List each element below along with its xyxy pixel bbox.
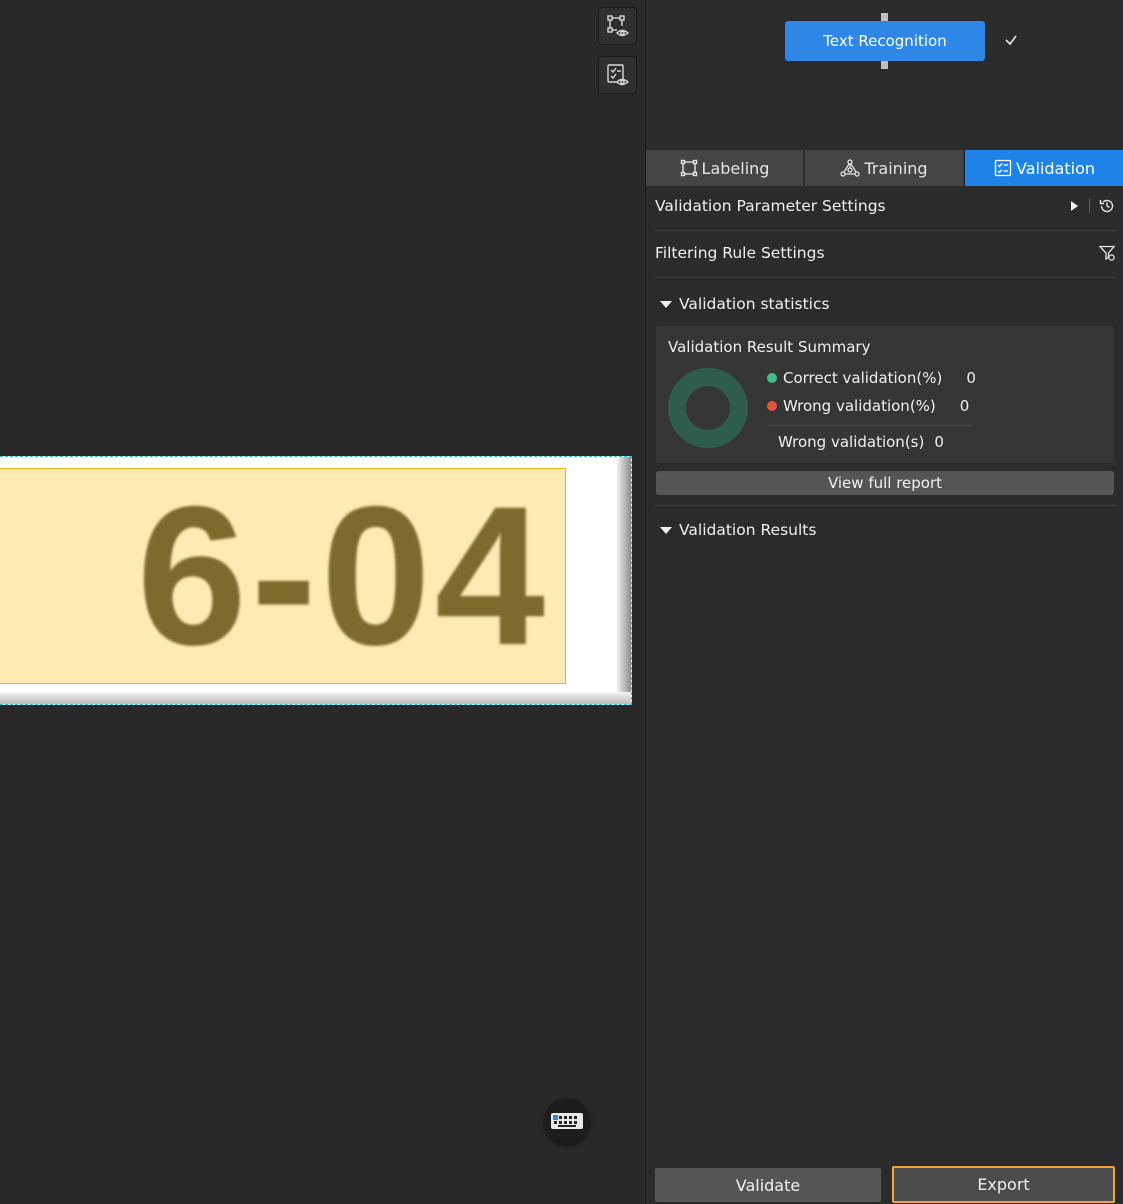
network-icon	[840, 159, 861, 177]
correct-label: Correct validation(%)	[783, 369, 943, 387]
collapse-triangle-icon	[660, 300, 672, 308]
keyboard-icon	[551, 1113, 583, 1129]
mode-tabs: Labeling Training Validation	[646, 150, 1123, 186]
node-output-port	[881, 61, 888, 69]
wrong-label: Wrong validation(%)	[783, 397, 936, 415]
wrong-count-value: 0	[934, 433, 944, 451]
correct-dot	[767, 373, 777, 383]
legend-wrong: Wrong validation(%) 0	[767, 397, 969, 415]
checklist-eye-icon	[606, 64, 629, 86]
result-donut-chart	[668, 368, 748, 448]
sample-image: 6-04	[0, 456, 632, 705]
bounding-box-icon	[680, 159, 697, 177]
collapse-triangle-icon	[660, 526, 672, 534]
node-label: Text Recognition	[823, 32, 947, 50]
export-button[interactable]: Export	[892, 1166, 1115, 1203]
side-panel: Text Recognition Labeling Training Valid…	[645, 0, 1123, 1204]
filtering-rule-settings[interactable]: Filtering Rule Settings	[655, 229, 1116, 278]
tab-label: Labeling	[701, 158, 770, 178]
keyboard-shortcuts-button[interactable]	[544, 1098, 590, 1144]
tab-training[interactable]: Training	[805, 150, 963, 186]
wrong-dot	[767, 401, 777, 411]
tab-validation[interactable]: Validation	[965, 150, 1123, 186]
bounding-box-eye-icon	[606, 15, 629, 37]
validation-parameter-settings[interactable]: Validation Parameter Settings	[655, 182, 1116, 231]
summary-title: Validation Result Summary	[668, 338, 871, 356]
node-input-port	[881, 13, 888, 21]
correct-value: 0	[966, 369, 976, 387]
view-full-report-button[interactable]: View full report	[656, 471, 1114, 495]
checklist-icon	[994, 159, 1012, 177]
validate-button[interactable]: Validate	[655, 1168, 881, 1202]
tab-label: Training	[864, 158, 928, 178]
tab-labeling[interactable]: Labeling	[646, 150, 803, 186]
image-canvas[interactable]: 6-04	[0, 0, 645, 1204]
filter-settings-icon[interactable]	[1098, 244, 1116, 262]
image-text: 6-04	[136, 468, 549, 684]
show-results-button[interactable]	[598, 56, 637, 94]
validation-results-heading: Validation Results	[679, 521, 817, 539]
wrong-count-label: Wrong validation(s)	[778, 433, 925, 451]
show-labels-button[interactable]	[598, 7, 637, 45]
validation-parameter-settings-label: Validation Parameter Settings	[655, 197, 886, 215]
legend-correct: Correct validation(%) 0	[767, 369, 976, 387]
wrong-count: Wrong validation(s) 0	[778, 433, 944, 451]
reset-history-icon[interactable]	[1098, 197, 1116, 215]
tab-label: Validation	[1015, 158, 1095, 178]
validation-statistics-header[interactable]: Validation statistics	[660, 292, 830, 316]
validation-statistics-heading: Validation statistics	[679, 295, 830, 313]
wrong-value: 0	[959, 397, 970, 415]
text-recognition-node[interactable]: Text Recognition	[785, 21, 985, 61]
check-icon	[1005, 35, 1017, 46]
play-icon[interactable]	[1067, 199, 1081, 213]
validation-result-summary: Validation Result Summary Correct valida…	[656, 326, 1114, 463]
text-label-box[interactable]: 6-04	[0, 468, 566, 684]
filtering-rule-settings-label: Filtering Rule Settings	[655, 244, 825, 262]
validation-results-header[interactable]: Validation Results	[660, 518, 816, 542]
